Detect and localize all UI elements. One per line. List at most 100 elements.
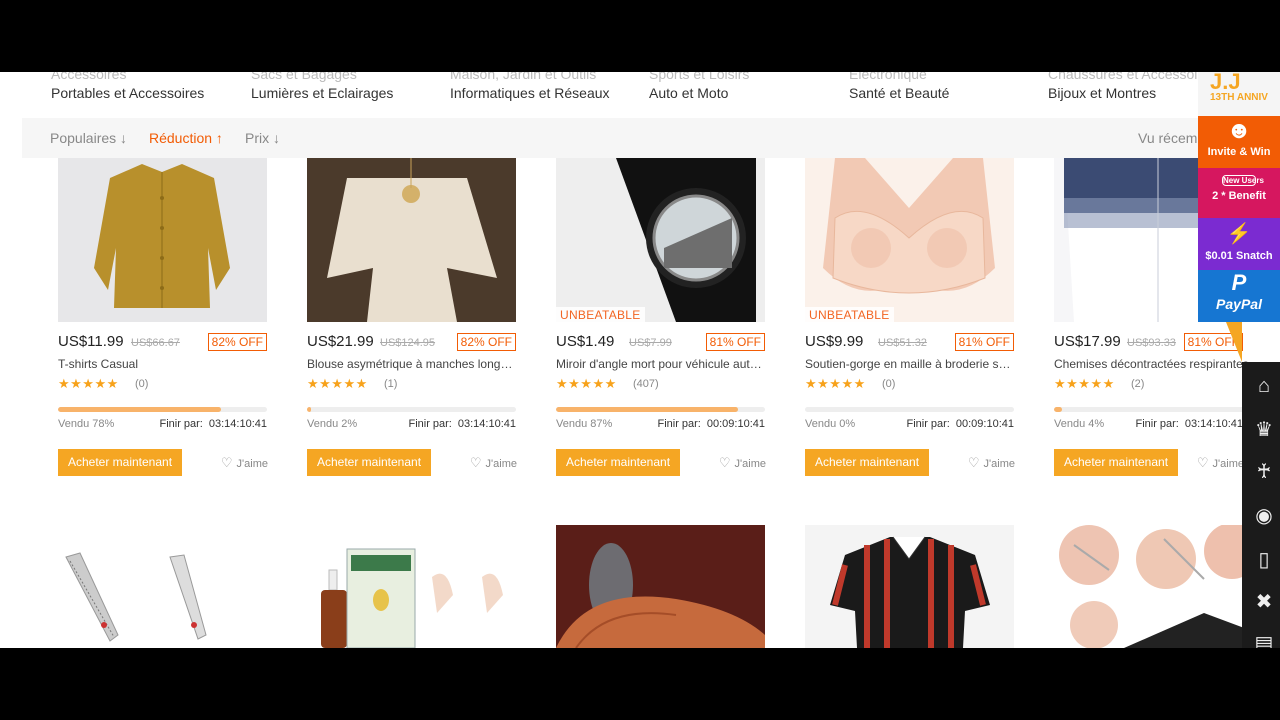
countdown-label: Finir par:	[906, 418, 950, 430]
home-icon[interactable]: ⌂	[1252, 376, 1276, 396]
category-link[interactable]: Informatiques et Réseaux	[450, 85, 610, 101]
like-button[interactable]: ♡ J'aime	[470, 455, 517, 471]
star-rating: ★★★★★	[307, 376, 368, 391]
discount-badge: 82% OFF	[456, 333, 516, 351]
countdown-time: 00:09:10:41	[706, 418, 765, 430]
tablet-icon[interactable]: ▤	[1252, 634, 1276, 648]
product-image[interactable]	[307, 158, 516, 322]
buy-now-button[interactable]: Acheter maintenant	[805, 449, 929, 476]
category-link[interactable]: Bijoux et Montres	[1048, 85, 1156, 101]
review-count[interactable]: (407)	[633, 378, 659, 390]
product-image[interactable]	[556, 525, 765, 648]
heart-icon: ♡	[718, 455, 731, 470]
paypal-button[interactable]: P PayPal	[1198, 270, 1280, 322]
page: Accessoires Sacs et Bagages Maison, Jard…	[0, 72, 1280, 648]
product-title[interactable]: Miroir d'angle mort pour véhicule automo…	[556, 357, 765, 371]
anniversary-label: 13TH ANNIV	[1210, 92, 1268, 103]
star-rating: ★★★★★	[58, 376, 119, 391]
review-count[interactable]: (1)	[384, 378, 397, 390]
countdown: Finir par: 03:14:10:41	[159, 418, 267, 430]
category-link[interactable]: Santé et Beauté	[849, 85, 949, 101]
product-price: US$11.99	[58, 333, 124, 350]
sold-progress-fill	[1054, 407, 1063, 412]
promo-ribbon	[1226, 322, 1242, 362]
unbeatable-badge: UNBEATABLE	[556, 307, 645, 324]
product-image[interactable]	[1054, 525, 1263, 648]
discount-badge: 81% OFF	[705, 333, 765, 351]
sold-percentage: Vendu 87%	[556, 418, 613, 430]
category-link[interactable]: Electronique	[849, 72, 927, 82]
product-image[interactable]	[307, 525, 516, 648]
crown-icon[interactable]: ♛	[1252, 420, 1276, 440]
like-button[interactable]: ♡ J'aime	[968, 455, 1015, 471]
buy-now-button[interactable]: Acheter maintenant	[58, 449, 182, 476]
anniversary-banner[interactable]: J.J 13TH ANNIV	[1198, 72, 1280, 116]
product-title[interactable]: Blouse asymétrique à manches longues	[307, 357, 516, 371]
like-button[interactable]: ♡ J'aime	[221, 455, 268, 471]
like-label: J'aime	[485, 458, 517, 470]
category-link[interactable]: Portables et Accessoires	[51, 85, 204, 101]
invite-win-button[interactable]: ☻ Invite & Win	[1198, 116, 1280, 168]
sold-progress-fill	[556, 407, 738, 412]
countdown-label: Finir par:	[657, 418, 701, 430]
product-old-price: US$93.33	[1127, 337, 1176, 349]
user-icon: ☻	[1226, 117, 1252, 144]
new-users-button[interactable]: New Users 2 * Benefit	[1198, 168, 1280, 218]
paypal-label: PayPal	[1216, 296, 1262, 312]
category-link[interactable]: Maison, Jardin et Outils	[450, 72, 596, 82]
category-link[interactable]: Sacs et Bagages	[251, 72, 357, 82]
sold-progress-bar	[58, 407, 267, 412]
review-count[interactable]: (0)	[882, 378, 895, 390]
product-image[interactable]	[556, 158, 765, 322]
category-link[interactable]: Accessoires	[51, 72, 126, 82]
like-button[interactable]: ♡ J'aime	[719, 455, 766, 471]
snatch-button[interactable]: ⚡ $0.01 Snatch	[1198, 218, 1280, 270]
product-title[interactable]: T-shirts Casual	[58, 357, 267, 371]
category-link[interactable]: Sports et Loisirs	[649, 72, 749, 82]
product-price: US$21.99	[307, 333, 374, 350]
paypal-icon: P	[1231, 270, 1247, 295]
product-image[interactable]	[58, 158, 267, 322]
snatch-label: $0.01 Snatch	[1205, 250, 1273, 262]
sold-percentage: Vendu 0%	[805, 418, 856, 430]
buy-now-button[interactable]: Acheter maintenant	[307, 449, 431, 476]
review-count[interactable]: (0)	[135, 378, 148, 390]
product-image[interactable]	[805, 525, 1014, 648]
sort-discount[interactable]: Réduction ↑	[149, 130, 223, 146]
sold-percentage: Vendu 78%	[58, 418, 115, 430]
countdown-label: Finir par:	[1135, 418, 1179, 430]
product-price: US$1.49	[556, 333, 615, 350]
product-old-price: US$7.99	[629, 337, 672, 349]
product-image[interactable]	[58, 525, 267, 648]
sold-percentage: Vendu 4%	[1054, 418, 1105, 430]
discount-badge: 82% OFF	[207, 333, 267, 351]
phone-icon[interactable]: ▯	[1252, 550, 1276, 570]
product-old-price: US$124.95	[380, 337, 436, 349]
category-link[interactable]: Chaussures et Accessoires	[1048, 72, 1217, 82]
sort-price[interactable]: Prix ↓	[245, 130, 280, 146]
bra-icon[interactable]: ◉	[1252, 506, 1276, 526]
sold-progress-fill	[58, 407, 222, 412]
unbeatable-badge: UNBEATABLE	[805, 307, 894, 324]
countdown-time: 03:14:10:41	[1184, 418, 1243, 430]
review-count[interactable]: (2)	[1131, 378, 1144, 390]
like-button[interactable]: ♡ J'aime	[1197, 455, 1244, 471]
product-image[interactable]	[805, 158, 1014, 322]
sold-progress-bar	[1054, 407, 1263, 412]
countdown: Finir par: 00:09:10:41	[657, 418, 765, 430]
drone-icon[interactable]: ✖	[1252, 592, 1276, 612]
discount-badge: 81% OFF	[954, 333, 1014, 351]
category-link[interactable]: Auto et Moto	[649, 85, 728, 101]
high-heel-icon[interactable]: ♰	[1252, 462, 1276, 482]
sold-progress-bar	[307, 407, 516, 412]
category-link[interactable]: Lumières et Eclairages	[251, 85, 393, 101]
product-old-price: US$66.67	[131, 337, 180, 349]
sold-progress-bar	[556, 407, 765, 412]
sold-percentage: Vendu 2%	[307, 418, 358, 430]
like-label: J'aime	[983, 458, 1015, 470]
buy-now-button[interactable]: Acheter maintenant	[556, 449, 680, 476]
sort-popular[interactable]: Populaires ↓	[50, 130, 127, 146]
product-title[interactable]: Soutien-gorge en maille à broderie sans …	[805, 357, 1014, 371]
star-rating: ★★★★★	[1054, 376, 1115, 391]
buy-now-button[interactable]: Acheter maintenant	[1054, 449, 1178, 476]
